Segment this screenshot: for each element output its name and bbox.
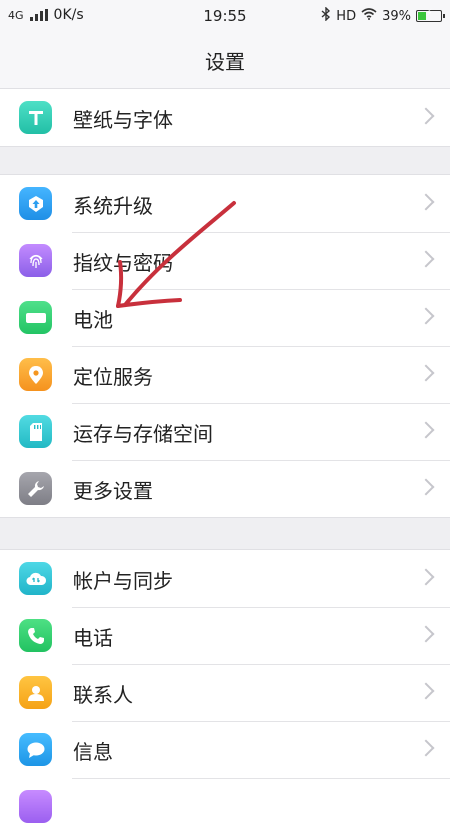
settings-item-partial[interactable]: [0, 778, 450, 835]
settings-item-label: 壁纸与字体: [73, 108, 173, 132]
chevron-right-icon: [417, 307, 435, 325]
settings-item-location[interactable]: 定位服务: [0, 346, 450, 403]
settings-group-system: 系统升级 指纹与密码 电池 定位服务 运存与存储空间 更多设置: [0, 174, 450, 518]
battery-status-icon: ⚡: [416, 8, 445, 22]
settings-item-label: 更多设置: [73, 479, 153, 503]
app-icon: [19, 790, 52, 823]
settings-item-system-upgrade[interactable]: 系统升级: [0, 175, 450, 232]
settings-group-personalization: 壁纸与字体: [0, 88, 450, 147]
chevron-right-icon: [417, 625, 435, 643]
settings-item-phone[interactable]: 电话: [0, 607, 450, 664]
chevron-right-icon: [417, 250, 435, 268]
settings-item-account-sync[interactable]: 帐户与同步: [0, 550, 450, 607]
settings-item-label: 指纹与密码: [73, 251, 173, 275]
settings-item-messages[interactable]: 信息: [0, 721, 450, 778]
chevron-right-icon: [417, 107, 435, 125]
text-T-icon: [19, 101, 52, 134]
chevron-right-icon: [417, 739, 435, 757]
settings-item-label: 系统升级: [73, 194, 153, 218]
chevron-right-icon: [417, 478, 435, 496]
chevron-right-icon: [417, 193, 435, 211]
settings-item-memory-storage[interactable]: 运存与存储空间: [0, 403, 450, 460]
settings-group-apps: 帐户与同步 电话 联系人 信息: [0, 549, 450, 835]
location-pin-icon: [19, 358, 52, 391]
battery-icon: [19, 301, 52, 334]
chevron-right-icon: [417, 682, 435, 700]
settings-item-contacts[interactable]: 联系人: [0, 664, 450, 721]
settings-item-label: 电话: [73, 626, 113, 650]
settings-item-label: 帐户与同步: [73, 569, 173, 593]
settings-item-label: 信息: [73, 740, 113, 764]
charging-bolt-icon: ⚡: [425, 8, 433, 19]
settings-item-label: 定位服务: [73, 365, 153, 389]
cloud-sync-icon: [19, 562, 52, 595]
message-bubble-icon: [19, 733, 52, 766]
battery-percent: 39%: [382, 8, 411, 24]
settings-item-label: 电池: [73, 308, 113, 332]
storage-card-icon: [19, 415, 52, 448]
upgrade-icon: [19, 187, 52, 220]
settings-item-more-settings[interactable]: 更多设置: [0, 460, 450, 517]
page-title: 设置: [205, 50, 245, 74]
fingerprint-icon: [19, 244, 52, 277]
bluetooth-icon: [321, 6, 331, 25]
header: 设置: [0, 32, 450, 89]
settings-item-label: 联系人: [73, 683, 133, 707]
chevron-right-icon: [417, 421, 435, 439]
contact-icon: [19, 676, 52, 709]
status-right: HD 39% ⚡: [321, 6, 445, 25]
settings-item-battery[interactable]: 电池: [0, 289, 450, 346]
wifi-icon: [361, 8, 377, 24]
settings-item-label: 运存与存储空间: [73, 422, 213, 446]
hd-label: HD: [336, 8, 357, 24]
wrench-icon: [19, 472, 52, 505]
phone-icon: [19, 619, 52, 652]
chevron-right-icon: [417, 364, 435, 382]
settings-item-fingerprint-password[interactable]: 指纹与密码: [0, 232, 450, 289]
status-bar: 4G 0K/s 19:55 HD 39% ⚡: [0, 0, 450, 32]
chevron-right-icon: [417, 568, 435, 586]
settings-item-wallpaper-font[interactable]: 壁纸与字体: [0, 89, 450, 146]
